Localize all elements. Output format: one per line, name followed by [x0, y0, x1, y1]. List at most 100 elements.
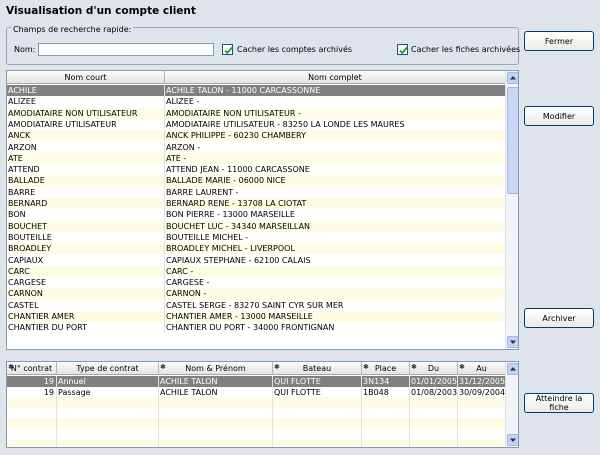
boat-cell	[273, 429, 362, 440]
client-short-name-cell: ARZON	[7, 141, 165, 153]
scroll-up-button[interactable]	[507, 363, 518, 375]
client-row[interactable]: BON BON PIERRE - 13000 MARSEILLE	[7, 209, 506, 221]
client-full-name-cell: BALLADE MARIE - 06000 NICE	[165, 175, 506, 187]
asterisk-icon: ✱	[459, 363, 465, 371]
boat-cell	[273, 418, 362, 429]
column-header-full-name[interactable]: ✱ Nom & Prénom	[159, 362, 273, 375]
to-date-cell	[458, 407, 506, 419]
column-header-from[interactable]: ✱ Du	[410, 362, 458, 375]
client-row[interactable]: CHANTIER AMER CHANTIER AMER - 13000 MARSE…	[7, 311, 506, 323]
empty-row	[7, 407, 506, 419]
column-header-to[interactable]: ✱ Au	[458, 362, 506, 375]
name-search-input[interactable]	[38, 43, 214, 56]
client-full-name-cell: ATTEND JEAN - 11000 CARCASSONE	[165, 164, 506, 176]
client-short-name-cell: CHANTIER AMER	[7, 311, 165, 323]
column-header-full-name[interactable]: Nom complet	[165, 71, 506, 84]
contract-row[interactable]: 19 Passage ACHILE TALON QUI FLOTTE 1B048 01/0…	[7, 386, 506, 398]
to-date-cell: 30/09/2004	[459, 386, 506, 398]
client-row[interactable]: CAPIAUX CAPIAUX STEPHANE - 62100 CALAIS	[7, 254, 506, 266]
contracts-grid[interactable]: ✱ N° contrat Type de contrat ✱ Nom & Préno…	[6, 361, 519, 448]
contract-number-cell	[7, 429, 57, 440]
client-row[interactable]: BOUCHET BOUCHET LUC - 34340 MARSEILLAN	[7, 220, 506, 232]
client-full-name-cell: AMODIATAIRE UTILISATEUR - 83250 LA LONDE…	[165, 118, 506, 131]
to-date-cell: 31/12/2005	[459, 376, 506, 387]
client-row[interactable]: CARNON CARNON -	[7, 288, 506, 300]
asterisk-icon: ✱	[274, 363, 280, 371]
hide-archived-files-checkbox[interactable]	[397, 44, 408, 55]
empty-row	[7, 439, 506, 447]
column-header-place[interactable]: ✱ Place	[362, 362, 410, 375]
contract-type-cell	[57, 439, 159, 447]
client-full-name-cell: ANCK PHILIPPE - 60230 CHAMBERY	[165, 130, 506, 142]
client-full-name-cell: BOUCHET LUC - 34340 MARSEILLAN	[165, 220, 506, 232]
asterisk-icon: ✱	[8, 363, 14, 371]
to-date-cell	[458, 418, 506, 429]
close-button[interactable]: Fermer	[524, 31, 594, 51]
client-short-name-cell: CASTEL	[7, 299, 165, 311]
client-row[interactable]: BARRE BARRE LAURENT -	[7, 186, 506, 198]
contract-holder-cell	[159, 418, 273, 429]
client-full-name-cell: BROADLEY MICHEL - LIVERPOOL	[165, 243, 506, 255]
client-row[interactable]: BERNARD BERNARD RENE - 13708 LA CIOTAT	[7, 198, 506, 210]
arrow-down-icon	[510, 340, 516, 344]
clients-vertical-scrollbar[interactable]	[505, 71, 518, 349]
client-full-name-cell: BARRE LAURENT -	[165, 186, 506, 198]
client-full-name-cell: ALIZEE -	[165, 96, 506, 108]
contracts-grid-header: ✱ N° contrat Type de contrat ✱ Nom & Préno…	[7, 362, 506, 375]
client-row[interactable]: ANCK ANCK PHILIPPE - 60230 CHAMBERY	[7, 130, 506, 142]
clients-grid[interactable]: Nom court Nom complet ACHILE ACHILE TALON…	[6, 70, 519, 350]
client-row[interactable]: CARC CARC -	[7, 265, 506, 278]
from-date-cell: 01/08/2003	[411, 386, 458, 398]
column-header-contract-type[interactable]: Type de contrat	[57, 362, 159, 375]
name-label: Nom:	[14, 45, 36, 54]
client-row[interactable]: ATTEND ATTEND JEAN - 11000 CARCASSONE	[7, 164, 506, 176]
archive-button[interactable]: Archiver	[524, 308, 594, 328]
contract-holder-cell	[159, 439, 273, 447]
from-date-cell: 01/01/2005	[411, 376, 458, 387]
boat-cell	[273, 407, 362, 419]
client-row[interactable]: CASTEL CASTEL SERGE - 83270 SAINT CYR SUR…	[7, 299, 506, 311]
place-cell	[362, 397, 410, 408]
client-row[interactable]: ATE ATE -	[7, 152, 506, 165]
client-short-name-cell: ATE	[7, 152, 165, 165]
contract-number-cell	[7, 407, 57, 419]
contract-type-cell	[57, 418, 159, 429]
client-row[interactable]: CARGESE CARGESE -	[7, 277, 506, 289]
client-row[interactable]: AMODIATAIRE UTILISATEUR AMODIATAIRE UTILI…	[7, 118, 506, 131]
contract-type-cell	[57, 397, 159, 408]
client-row[interactable]: ALIZEE ALIZEE -	[7, 96, 506, 108]
client-row[interactable]: AMODIATAIRE NON UTILISATEUR AMODIATAIRE N…	[7, 107, 506, 119]
client-short-name-cell: BALLADE	[7, 175, 165, 187]
arrow-down-icon	[510, 438, 516, 442]
hide-archived-accounts-label: Cacher les comptes archivés	[237, 45, 353, 54]
client-short-name-cell: BOUCHET	[7, 220, 165, 232]
scroll-thumb[interactable]	[507, 87, 518, 194]
scroll-down-button[interactable]	[507, 336, 518, 348]
scroll-up-button[interactable]	[507, 72, 518, 84]
contract-type-cell: Passage	[57, 386, 159, 398]
column-header-contract-number[interactable]: ✱ N° contrat	[7, 362, 57, 375]
column-header-short-name[interactable]: Nom court	[7, 71, 165, 84]
client-row[interactable]: BOUTEILLE BOUTEILLE MICHEL -	[7, 231, 506, 244]
column-header-boat[interactable]: ✱ Bateau	[273, 362, 362, 375]
client-row[interactable]: ARZON ARZON -	[7, 141, 506, 153]
asterisk-icon: ✱	[160, 363, 166, 371]
quick-search-group: Champs de recherche rapide: Nom: Cacher …	[6, 25, 521, 65]
client-row[interactable]: ACHILE ACHILE TALON - 11000 CARCASSONNE	[7, 85, 506, 97]
client-row[interactable]: CHANTIER DU PORT CHANTIER DU PORT - 34000…	[7, 322, 506, 334]
hide-archived-files-label: Cacher les fiches archivées	[411, 45, 521, 54]
contract-holder-cell	[159, 397, 273, 408]
scroll-down-button[interactable]	[507, 434, 518, 446]
hide-archived-accounts-checkbox[interactable]	[222, 44, 233, 55]
modify-button[interactable]: Modifier	[524, 106, 594, 126]
client-row[interactable]: BALLADE BALLADE MARIE - 06000 NICE	[7, 175, 506, 187]
boat-cell	[273, 397, 362, 408]
contract-number-cell: 19	[7, 376, 57, 387]
goto-file-button[interactable]: Atteindre la fiche	[524, 393, 594, 413]
contract-row[interactable]: 19 Annuel ACHILE TALON QUI FLOTTE 3N134 01/01…	[7, 376, 506, 387]
from-date-cell	[410, 439, 458, 447]
client-row[interactable]: BROADLEY BROADLEY MICHEL - LIVERPOOL	[7, 243, 506, 255]
contract-holder-cell: ACHILE TALON	[159, 386, 273, 398]
client-short-name-cell: AMODIATAIRE NON UTILISATEUR	[7, 107, 165, 119]
contracts-vertical-scrollbar[interactable]	[505, 362, 518, 447]
